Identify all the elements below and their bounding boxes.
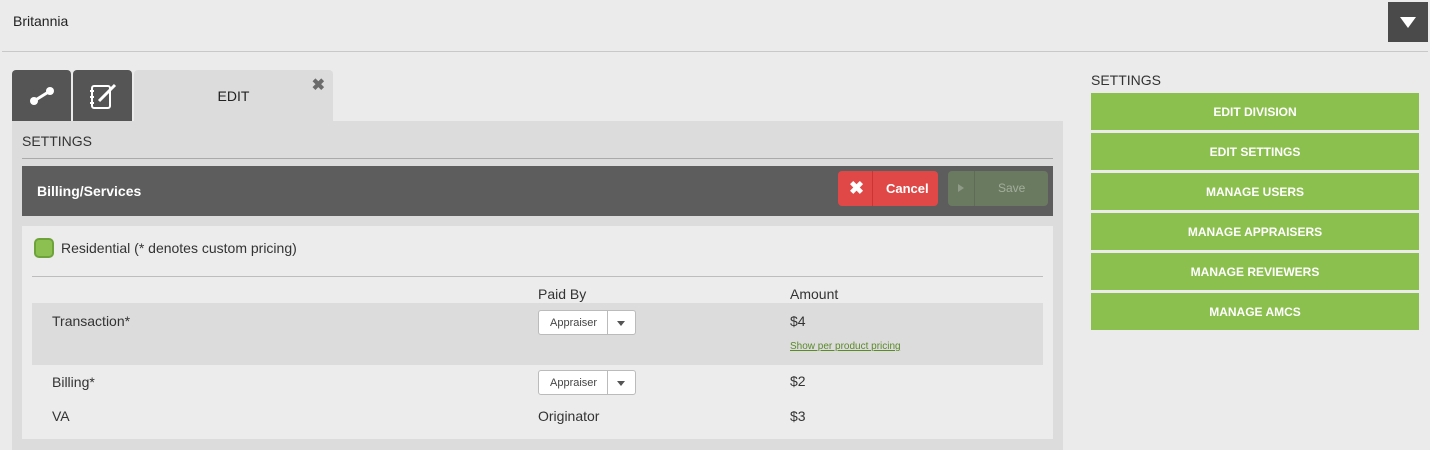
cancel-button[interactable]: ✖ Cancel — [838, 171, 938, 206]
account-dropdown-button[interactable] — [1388, 2, 1428, 42]
edit-settings-button[interactable]: EDIT SETTINGS — [1091, 133, 1419, 170]
edit-division-button[interactable]: EDIT DIVISION — [1091, 93, 1419, 130]
bar-title: Billing/Services — [37, 183, 142, 199]
settings-heading: SETTINGS — [22, 133, 1053, 159]
edit-panel: SETTINGS Billing/Services ✖ Cancel Save … — [12, 121, 1063, 450]
select-value: Appraiser — [550, 317, 598, 329]
residential-label: Residential (* denotes custom pricing) — [61, 240, 297, 256]
show-per-product-pricing-link[interactable]: Show per product pricing — [790, 341, 901, 352]
paid-by-select[interactable]: Appraiser — [538, 370, 636, 395]
tab-link[interactable] — [12, 70, 71, 121]
cancel-x-icon: ✖ — [849, 178, 865, 198]
row-amount: $2 — [790, 373, 806, 389]
column-header-amount: Amount — [790, 286, 839, 302]
link-icon — [29, 86, 54, 105]
column-header-paid-by: Paid By — [538, 286, 587, 302]
paid-by-select[interactable]: Appraiser — [538, 310, 636, 335]
residential-header: Residential (* denotes custom pricing) — [34, 238, 297, 258]
manage-appraisers-button[interactable]: MANAGE APPRAISERS — [1091, 213, 1419, 250]
play-icon — [958, 184, 964, 192]
row-amount: $3 — [790, 408, 806, 424]
row-paid-by: Originator — [538, 408, 600, 424]
close-icon[interactable]: ✖ — [312, 75, 325, 95]
organization-name: Britannia — [13, 13, 69, 29]
residential-checkbox[interactable] — [34, 238, 54, 258]
row-name: VA — [52, 408, 70, 424]
manage-users-button[interactable]: MANAGE USERS — [1091, 173, 1419, 210]
tab-edit[interactable]: EDIT ✖ — [134, 70, 333, 121]
manage-amcs-button[interactable]: MANAGE AMCS — [1091, 293, 1419, 330]
chevron-down-icon — [617, 381, 625, 386]
save-divider — [974, 171, 975, 206]
edit-notes-icon — [89, 83, 116, 109]
settings-sidebar: SETTINGS EDIT DIVISION EDIT SETTINGS MAN… — [1091, 72, 1419, 330]
select-divider — [607, 371, 608, 394]
chevron-down-icon — [617, 321, 625, 326]
cancel-divider — [872, 171, 873, 206]
tab-notes[interactable] — [73, 70, 132, 121]
select-divider — [607, 311, 608, 334]
save-button[interactable]: Save — [948, 171, 1048, 206]
row-amount: $4 — [790, 313, 806, 329]
caret-down-icon — [1400, 16, 1416, 28]
manage-reviewers-button[interactable]: MANAGE REVIEWERS — [1091, 253, 1419, 290]
divider — [32, 276, 1043, 277]
save-label: Save — [998, 181, 1026, 195]
residential-section: Residential (* denotes custom pricing) P… — [22, 226, 1053, 439]
row-name: Billing* — [52, 374, 95, 390]
row-name: Transaction* — [52, 313, 131, 329]
select-value: Appraiser — [550, 377, 598, 389]
tab-edit-label: EDIT — [217, 88, 250, 104]
billing-services-bar: Billing/Services ✖ Cancel Save — [22, 166, 1053, 216]
cancel-label: Cancel — [886, 181, 929, 196]
sidebar-heading: SETTINGS — [1091, 72, 1162, 88]
top-bar: Britannia — [2, 2, 1428, 52]
